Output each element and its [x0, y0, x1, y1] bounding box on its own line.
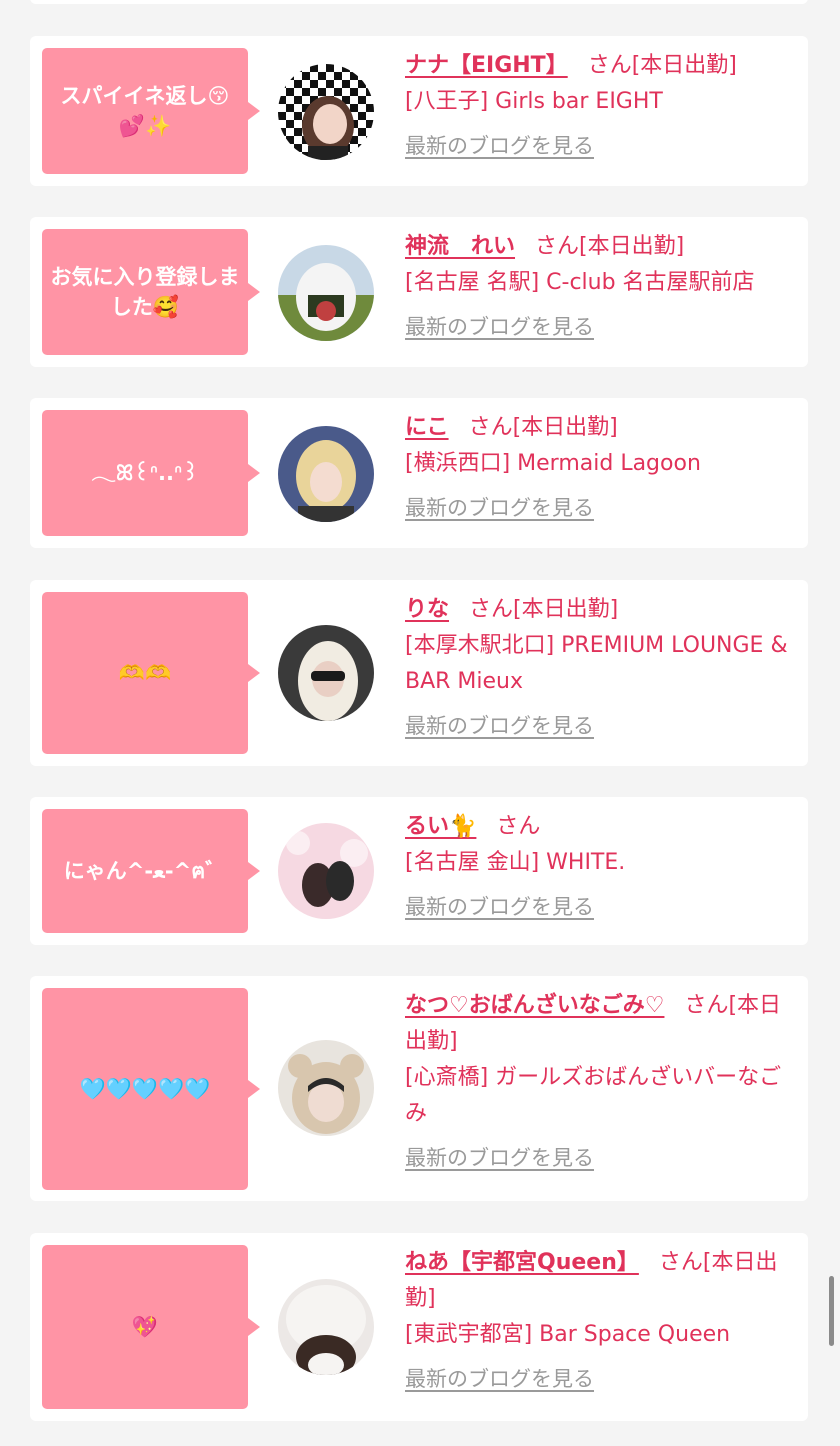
cast-name-link[interactable]: なつ♡おばんざいなごみ♡	[405, 993, 664, 1018]
comment-text: 💖	[131, 1315, 159, 1339]
avatar[interactable]	[278, 625, 374, 721]
latest-blog-link[interactable]: 最新のブログを見る	[405, 490, 797, 526]
cast-name-link[interactable]: 神流 れい	[405, 234, 515, 259]
blog-card: 🫶🫶 りな さん[本日出勤] [本厚木駅北口] PREMIUM LOUNGE & …	[30, 580, 808, 766]
cast-info: りな さん[本日出勤] [本厚木駅北口] PREMIUM LOUNGE & BAR…	[405, 592, 797, 744]
shop-name: [名古屋 金山] WHITE.	[405, 850, 626, 875]
latest-blog-link[interactable]: 最新のブログを見る	[405, 1140, 797, 1176]
cast-info: なつ♡おばんざいなごみ♡ さん[本日出勤] [心斎橋] ガールズおばんざいバーなご…	[405, 988, 797, 1176]
shop-name: [心斎橋] ガールズおばんざいバーなごみ	[405, 1065, 782, 1126]
latest-blog-link[interactable]: 最新のブログを見る	[405, 889, 797, 925]
cast-info: 神流 れい さん[本日出勤] [名古屋 名駅] C-club 名古屋駅前店 最新の…	[405, 229, 797, 345]
comment-bubble: スパイイネ返し😚💕✨	[42, 48, 260, 174]
cast-info: ねあ【宇都宮Queen】 さん[本日出勤] [東武宇都宮] Bar Space Q…	[405, 1245, 797, 1397]
comment-text: 𓂃ꕤ꒰ᐢ..ᐢ꒱	[91, 461, 199, 485]
shop-name: [本厚木駅北口] PREMIUM LOUNGE & BAR Mieux	[405, 633, 788, 694]
shop-name: [名古屋 名駅] C-club 名古屋駅前店	[405, 270, 755, 295]
avatar[interactable]	[278, 1040, 374, 1136]
comment-bubble: 💖	[42, 1245, 260, 1409]
comment-bubble: 𓂃ꕤ꒰ᐢ..ᐢ꒱	[42, 410, 260, 536]
cast-name-link[interactable]: にこ	[405, 415, 449, 440]
avatar[interactable]	[278, 1279, 374, 1375]
blog-card: 𓂃ꕤ꒰ᐢ..ᐢ꒱ にこ さん[本日出勤] [横浜西口] Mermaid Lagoo…	[30, 398, 808, 548]
blog-card: お気に入り登録しました🥰 神流 れい さん[本日出勤] [名古屋 名駅] C-cl…	[30, 217, 808, 367]
cast-info: るい🐈 さん [名古屋 金山] WHITE. 最新のブログを見る	[405, 809, 797, 925]
comment-text: スパイイネ返し😚💕✨	[60, 84, 230, 138]
comment-text: 🫶🫶	[118, 661, 172, 685]
blog-card: スパイイネ返し😚💕✨ ナナ【EIGHT】 さん[本日出勤] [八王子] Girls…	[30, 36, 808, 186]
avatar[interactable]	[278, 823, 374, 919]
previous-card-edge	[30, 0, 808, 4]
cast-status: さん[本日出勤]	[469, 597, 619, 622]
cast-status: さん[本日出勤]	[535, 234, 685, 259]
blog-card: 💖 ねあ【宇都宮Queen】 さん[本日出勤] [東武宇都宮] Bar Space…	[30, 1233, 808, 1421]
shop-name: [八王子] Girls bar EIGHT	[405, 89, 663, 114]
avatar[interactable]	[278, 245, 374, 341]
cast-status: さん	[496, 814, 541, 839]
comment-bubble: 🫶🫶	[42, 592, 260, 754]
scrollbar[interactable]	[829, 1276, 834, 1346]
comment-bubble: お気に入り登録しました🥰	[42, 229, 260, 355]
cast-info: にこ さん[本日出勤] [横浜西口] Mermaid Lagoon 最新のブログを…	[405, 410, 797, 526]
cast-name-link[interactable]: ナナ【EIGHT】	[405, 53, 568, 78]
comment-text: にゃん^-ﻌ-^ฅ゛	[63, 859, 227, 883]
blog-card: にゃん^-ﻌ-^ฅ゛ るい🐈 さん [名古屋 金山] WHITE. 最新のブログを…	[30, 797, 808, 945]
cast-status: さん[本日出勤]	[587, 53, 737, 78]
latest-blog-link[interactable]: 最新のブログを見る	[405, 708, 797, 744]
cast-status: さん[本日出勤]	[468, 415, 618, 440]
cast-name-link[interactable]: ねあ【宇都宮Queen】	[405, 1250, 639, 1275]
latest-blog-link[interactable]: 最新のブログを見る	[405, 1361, 797, 1397]
latest-blog-link[interactable]: 最新のブログを見る	[405, 128, 797, 164]
avatar[interactable]	[278, 64, 374, 160]
cast-info: ナナ【EIGHT】 さん[本日出勤] [八王子] Girls bar EIGHT …	[405, 48, 797, 164]
shop-name: [東武宇都宮] Bar Space Queen	[405, 1322, 731, 1347]
comment-text: お気に入り登録しました🥰	[50, 265, 240, 319]
cast-name-link[interactable]: りな	[405, 597, 449, 622]
blog-card: 🩵🩵🩵🩵🩵 なつ♡おばんざいなごみ♡ さん[本日出勤] [心斎橋] ガールズおばん…	[30, 976, 808, 1201]
shop-name: [横浜西口] Mermaid Lagoon	[405, 451, 701, 476]
avatar[interactable]	[278, 426, 374, 522]
comment-bubble: 🩵🩵🩵🩵🩵	[42, 988, 260, 1190]
comment-bubble: にゃん^-ﻌ-^ฅ゛	[42, 809, 260, 933]
comment-text: 🩵🩵🩵🩵🩵	[79, 1077, 211, 1101]
latest-blog-link[interactable]: 最新のブログを見る	[405, 309, 797, 345]
cast-name-link[interactable]: るい🐈	[405, 814, 476, 839]
